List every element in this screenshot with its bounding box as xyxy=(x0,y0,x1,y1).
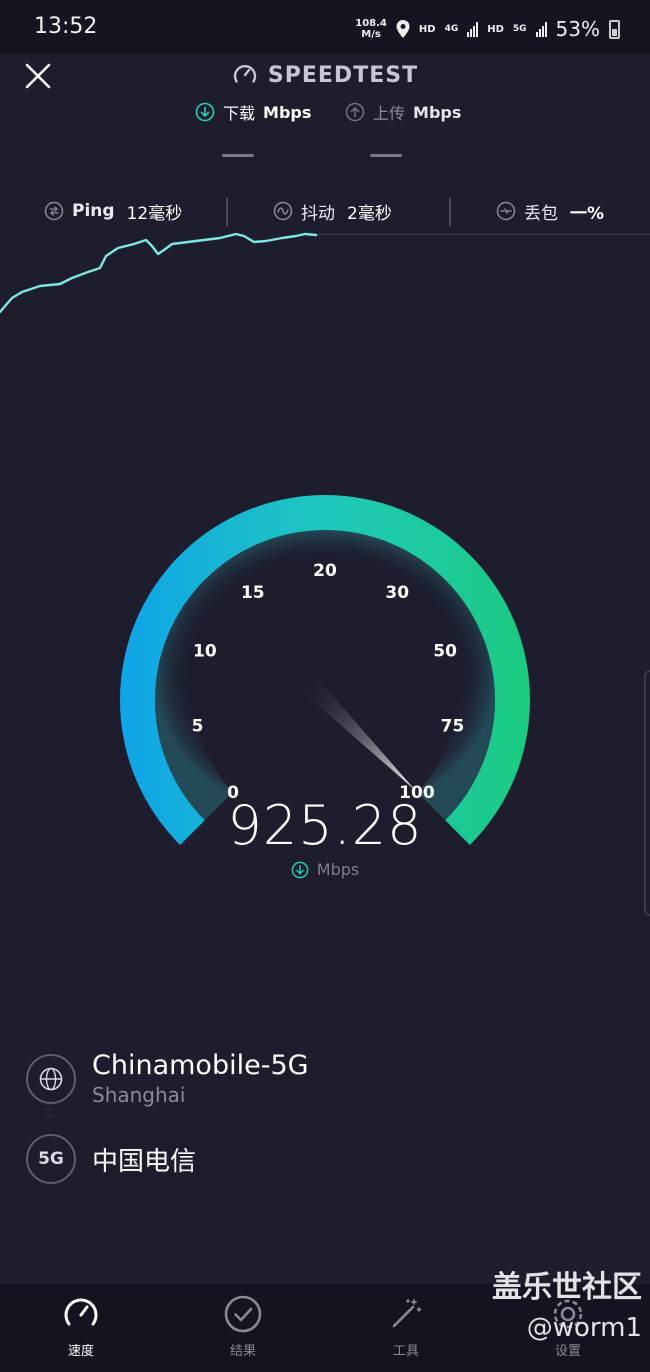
magic-wand-icon xyxy=(392,1299,422,1328)
nav-results[interactable]: 结果 xyxy=(193,1294,293,1359)
signal-icon-2 xyxy=(535,21,547,37)
gauge-needle xyxy=(302,677,416,791)
status-icons: 108.4 M/s HD 4G HD 5G 53% xyxy=(355,12,620,46)
hd-voice-icon-2: HD xyxy=(487,23,504,35)
app-title: SPEEDTEST xyxy=(0,62,650,88)
upload-arrow-icon xyxy=(345,102,365,122)
download-arrow-icon xyxy=(291,861,309,878)
nav-tools[interactable]: 工具 xyxy=(356,1294,456,1359)
gauge-tick-50: 50 xyxy=(433,641,457,661)
packet-loss-value: 一% xyxy=(570,203,605,224)
packet-loss-label: 丢包 xyxy=(524,203,558,224)
server-location: Shanghai xyxy=(92,1083,186,1107)
gauge-tick-10: 10 xyxy=(193,641,217,661)
upload-unit: Mbps xyxy=(413,102,462,122)
metric-divider xyxy=(449,198,451,226)
speed-history-line xyxy=(0,232,318,314)
network-5g-badge: 5G xyxy=(26,1134,76,1184)
gauge-tick-20: 20 xyxy=(313,561,337,581)
app-title-text: SPEEDTEST xyxy=(267,62,419,88)
isp-name: 中国电信 xyxy=(92,1146,197,1177)
ping-icon xyxy=(44,201,64,221)
current-speed-value: 925.28 xyxy=(227,794,423,857)
nav-speed[interactable]: 速度 xyxy=(31,1294,131,1359)
download-label: 下载 xyxy=(223,104,256,123)
network-speed-unit: M/s xyxy=(361,29,381,40)
ping-value: 12毫秒 xyxy=(126,203,183,224)
network-speed-indicator: 108.4 M/s xyxy=(355,18,387,40)
network-4g-icon: 4G xyxy=(444,24,459,34)
network-speed-value: 108.4 xyxy=(355,18,387,29)
watermark-line1: 盖乐世社区 xyxy=(492,1270,642,1305)
nav-speed-label: 速度 xyxy=(67,1344,94,1359)
watermark: 盖乐世社区 @worm1 xyxy=(462,1268,642,1348)
gauge-tick-30: 30 xyxy=(385,583,409,603)
download-arrow-icon xyxy=(195,102,215,122)
direction-summary: 下载 Mbps 上传 Mbps xyxy=(0,100,650,170)
current-speed-unit: Mbps xyxy=(0,860,650,879)
signal-icon-1 xyxy=(467,21,479,37)
side-scroll-handle[interactable] xyxy=(644,670,650,916)
jitter-icon xyxy=(273,201,293,221)
battery-icon xyxy=(609,19,620,39)
upload-label: 上传 xyxy=(373,104,406,123)
gauge-tick-15: 15 xyxy=(241,583,265,603)
check-circle-icon xyxy=(224,1295,262,1333)
download-header: 下载 Mbps xyxy=(195,100,311,124)
connector-dots: ⁚⁚ xyxy=(44,1108,55,1119)
nav-results-label: 结果 xyxy=(229,1344,256,1359)
jitter-label: 抖动 xyxy=(301,203,335,224)
battery-percent: 53% xyxy=(555,17,600,41)
hd-voice-icon: HD xyxy=(418,23,436,35)
server-name: Chinamobile-5G xyxy=(92,1050,309,1081)
speedometer-logo-icon xyxy=(233,65,257,83)
globe-icon xyxy=(26,1053,76,1104)
packet-loss-icon xyxy=(496,201,516,221)
jitter-value: 2毫秒 xyxy=(347,203,392,224)
location-icon xyxy=(396,20,410,38)
isp-row[interactable]: 5G 中国电信 xyxy=(26,1134,196,1184)
nav-tools-label: 工具 xyxy=(392,1344,419,1359)
status-bar: 13:52 108.4 M/s HD 4G HD 5G 53% xyxy=(0,0,650,54)
gauge-tick-5: 5 xyxy=(192,716,204,736)
gauge-tick-75: 75 xyxy=(441,716,465,736)
speedometer-icon xyxy=(64,1298,98,1326)
current-speed-unit-label: Mbps xyxy=(316,860,360,879)
download-unit: Mbps xyxy=(263,102,312,122)
upload-value-placeholder xyxy=(370,154,402,157)
server-row[interactable]: Chinamobile-5G Shanghai xyxy=(26,1050,309,1107)
metric-divider xyxy=(226,198,228,226)
download-value-placeholder xyxy=(222,154,254,157)
speed-history-graph xyxy=(0,232,318,314)
status-time: 13:52 xyxy=(34,14,98,39)
network-5g-icon: 5G xyxy=(512,24,527,34)
upload-header: 上传 Mbps xyxy=(345,100,461,124)
ping-label: Ping xyxy=(72,201,115,221)
watermark-line2: @worm1 xyxy=(526,1313,642,1343)
